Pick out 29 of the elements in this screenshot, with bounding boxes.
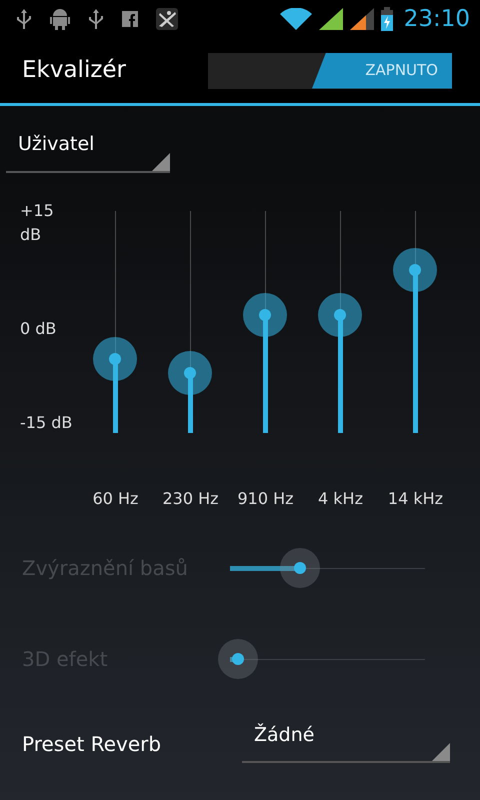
screen-title: Ekvalizér [22, 56, 126, 86]
slider-thumb[interactable] [168, 350, 212, 395]
scale-label: 0 dB [20, 318, 56, 340]
frequency-label: 910 Hz [236, 488, 295, 510]
reverb-label: Preset Reverb [22, 730, 162, 758]
scale-label: +15 dB [20, 200, 55, 246]
frequency-label: 230 Hz [161, 488, 220, 510]
facebook-icon [122, 11, 138, 27]
signal-icon [350, 8, 374, 30]
battery-charging-icon [380, 7, 393, 31]
wifi-icon [280, 8, 312, 30]
slider-thumb[interactable] [243, 292, 287, 337]
usb-icon [88, 9, 104, 29]
reverb-dropdown[interactable]: Žádné [242, 720, 450, 763]
frequency-label: 14 kHz [386, 488, 444, 510]
frequency-label: 4 kHz [317, 488, 364, 510]
app-icon [156, 8, 178, 30]
dropdown-triangle-icon [152, 152, 170, 170]
android-icon [50, 8, 70, 30]
frequency-label: 60 Hz [92, 488, 140, 510]
slider-thumb[interactable] [93, 337, 137, 382]
slider-thumb[interactable] [393, 248, 437, 292]
clock: 23:10 [404, 8, 470, 30]
preset-dropdown[interactable]: Uživatel [6, 130, 170, 172]
scale-label: -15 dB [20, 412, 72, 434]
signal-icon [318, 8, 343, 30]
dropdown-triangle-icon [432, 743, 450, 761]
usb-icon [16, 9, 32, 29]
slider-thumb[interactable] [318, 292, 362, 337]
